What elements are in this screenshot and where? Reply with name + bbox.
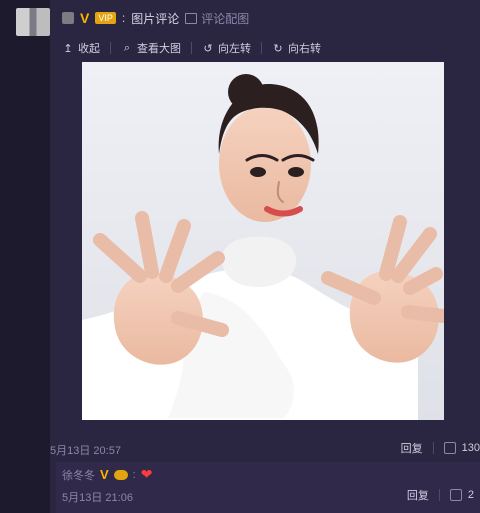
like-button[interactable]: 130 <box>443 442 480 454</box>
collapse-button[interactable]: ↥ 收起 <box>62 40 100 56</box>
actions-divider <box>432 442 434 454</box>
collapse-label: 收起 <box>78 43 100 55</box>
avatar[interactable] <box>16 8 50 36</box>
subcomment-actions: 回复 2 <box>407 487 474 503</box>
rotate-left-icon: ↺ <box>203 42 213 55</box>
toolbar-divider <box>191 42 192 54</box>
toolbar-divider <box>110 42 111 54</box>
comment-meta-row: 5月13日 20:57 回复 130 <box>50 440 480 458</box>
like-count: 130 <box>461 442 480 454</box>
collapse-up-icon: ↥ <box>63 42 73 55</box>
comment-image[interactable] <box>82 62 444 420</box>
subcomment-separator: : <box>132 468 136 481</box>
subcomment-reply-button[interactable]: 回复 <box>407 487 429 503</box>
subcomment-like-button[interactable]: 2 <box>449 489 474 501</box>
verified-v-icon: V <box>100 467 109 482</box>
thumb-up-icon <box>449 489 462 501</box>
subcomment: 徐冬冬 V : ❤ 5月13日 21:06 回复 2 <box>56 462 480 513</box>
rotate-left-label: 向左转 <box>218 43 251 55</box>
crown-badge-icon <box>113 469 128 480</box>
rotate-right-button[interactable]: ↻ 向右转 <box>272 40 321 56</box>
rotate-left-button[interactable]: ↺ 向左转 <box>202 40 251 56</box>
view-large-label: 查看大图 <box>137 43 181 55</box>
rotate-right-label: 向右转 <box>288 43 321 55</box>
image-toolbar: ↥ 收起 ⌕ 查看大图 ↺ 向左转 ↻ 向右转 <box>62 40 321 56</box>
heart-emoji-icon: ❤ <box>140 466 153 482</box>
portrait-illustration <box>82 62 444 420</box>
actions-divider <box>438 489 440 501</box>
comment-actions: 回复 130 <box>401 440 480 456</box>
comment-header: V VIP : 图片评论 评论配图 <box>62 10 249 26</box>
vip-tag: VIP <box>95 12 116 24</box>
comment-on-image-link[interactable]: 评论配图 <box>185 10 249 27</box>
magnifier-icon: ⌕ <box>123 41 131 54</box>
header-separator: : <box>121 11 126 25</box>
toolbar-divider <box>261 42 262 54</box>
subcomment-time: 5月13日 21:06 <box>62 492 133 504</box>
view-large-button[interactable]: ⌕ 查看大图 <box>121 40 181 56</box>
thumb-up-icon <box>443 442 456 454</box>
image-comments-link[interactable]: 图片评论 <box>131 10 179 27</box>
subcomment-like-count: 2 <box>467 489 474 501</box>
blurred-username[interactable] <box>62 12 74 24</box>
reply-button[interactable]: 回复 <box>401 440 423 456</box>
comment-time: 5月13日 20:57 <box>50 445 121 457</box>
subcomment-meta-row: 5月13日 21:06 回复 2 <box>62 487 474 505</box>
comment-on-image-label: 评论配图 <box>201 11 250 26</box>
subcomment-line: 徐冬冬 V : ❤ <box>62 466 152 483</box>
subcomment-username[interactable]: 徐冬冬 <box>62 467 95 483</box>
image-icon <box>185 12 198 24</box>
rotate-right-icon: ↻ <box>273 42 283 55</box>
verified-v-icon: V <box>80 10 90 26</box>
